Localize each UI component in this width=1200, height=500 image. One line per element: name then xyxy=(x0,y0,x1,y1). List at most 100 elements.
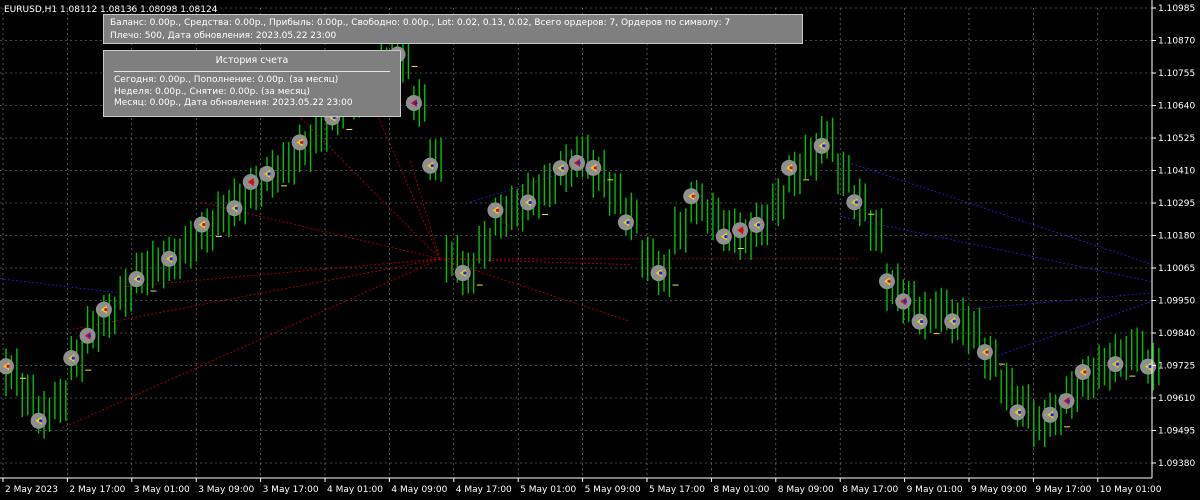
trade-marker xyxy=(683,188,700,205)
price-tick-label: 1.09610 xyxy=(1158,394,1195,404)
trade-link-blue xyxy=(989,300,1153,359)
trade-marker xyxy=(226,200,243,217)
marker-dot xyxy=(1083,370,1087,374)
marker-dot xyxy=(691,194,695,198)
account-leverage-line: Плечо: 500, Дата обновления: 2023.05.22 … xyxy=(110,31,337,41)
time-tick-label: 9 May 17:00 xyxy=(1035,485,1091,495)
trade-marker xyxy=(95,301,112,318)
marker-dot xyxy=(822,144,826,148)
time-tick-label: 5 May 17:00 xyxy=(649,485,705,495)
marker-dot xyxy=(136,277,141,281)
trade-marker xyxy=(1074,363,1091,380)
price-tick-label: 1.10755 xyxy=(1158,69,1195,79)
marker-dot xyxy=(414,101,418,105)
history-divider xyxy=(114,71,390,72)
price-tick-label: 1.10525 xyxy=(1158,134,1195,144)
time-tick-label: 4 May 01:00 xyxy=(327,485,383,495)
marker-dot xyxy=(1050,413,1054,417)
trade-marker xyxy=(895,293,912,310)
price-tick-label: 1.09380 xyxy=(1158,459,1195,469)
marker-dot xyxy=(1017,410,1022,414)
marker-dot xyxy=(202,222,206,227)
trade-marker xyxy=(291,134,308,151)
time-tick-label: 8 May 17:00 xyxy=(842,485,898,495)
trade-marker xyxy=(79,327,96,344)
marker-dot xyxy=(71,356,75,360)
price-tick-label: 1.09725 xyxy=(1158,362,1195,372)
time-tick-label: 2 May 17:00 xyxy=(69,485,125,495)
trade-marker xyxy=(944,313,961,330)
time-tick-label: 9 May 01:00 xyxy=(907,485,963,495)
price-tick-label: 1.10065 xyxy=(1158,264,1195,274)
history-today: Сегодня: 0.00р., Пополнение: 0.00р. (за … xyxy=(114,75,339,85)
time-tick-label: 4 May 17:00 xyxy=(456,485,512,495)
trade-marker xyxy=(552,160,569,177)
marker-dot xyxy=(593,166,597,170)
time-tick-label: 3 May 01:00 xyxy=(134,485,190,495)
marker-dot xyxy=(6,364,10,368)
trade-marker xyxy=(748,216,765,233)
marker-dot xyxy=(267,172,271,176)
account-history-panel: История счета Сегодня: 0.00р., Пополнени… xyxy=(103,50,401,117)
marker-dot xyxy=(169,257,173,261)
marker-dot xyxy=(1115,362,1119,366)
marker-dot xyxy=(39,419,43,423)
marker-dot xyxy=(756,223,761,227)
time-tick-label: 10 May 01:00 xyxy=(1100,485,1162,495)
trade-link-blue xyxy=(0,278,121,294)
trade-marker xyxy=(242,174,259,191)
marker-dot xyxy=(104,307,108,312)
trade-link-red xyxy=(59,258,441,430)
price-tick-label: 1.10295 xyxy=(1158,199,1195,209)
time-tick-label: 5 May 09:00 xyxy=(585,485,641,495)
marker-dot xyxy=(1148,365,1152,369)
marker-dot xyxy=(528,200,532,205)
marker-dot xyxy=(577,161,581,165)
trade-marker xyxy=(405,94,422,111)
marker-dot xyxy=(561,166,565,170)
time-tick-label: 8 May 01:00 xyxy=(713,485,769,495)
marker-dot xyxy=(789,166,793,170)
price-tick-label: 1.10180 xyxy=(1158,232,1195,242)
time-tick-label: 9 May 09:00 xyxy=(971,485,1027,495)
marker-dot xyxy=(854,200,858,204)
account-info-panel: Баланс: 0.00р., Средства: 0.00р., Прибыл… xyxy=(103,14,803,44)
marker-dot xyxy=(887,279,891,283)
marker-dot xyxy=(1066,399,1071,403)
trade-marker xyxy=(732,222,749,239)
marker-dot xyxy=(658,271,663,275)
marker-dot xyxy=(495,208,500,212)
time-tick-label: 4 May 09:00 xyxy=(391,485,447,495)
history-title: История счета xyxy=(215,55,289,66)
time-tick-label: 8 May 09:00 xyxy=(778,485,834,495)
time-axis: 2 May 2023 2 May 17:00 3 May 01:00 3 May 09… xyxy=(0,477,1162,495)
time-tick-label: 3 May 09:00 xyxy=(198,485,254,495)
time-tick-label: 3 May 17:00 xyxy=(263,485,319,495)
marker-dot xyxy=(300,140,304,144)
price-axis: 1.10985 1.10870 1.10755 1.10640 1.10525 1.104… xyxy=(1151,0,1195,478)
trade-marker xyxy=(487,202,504,219)
marker-dot xyxy=(920,319,924,324)
trade-marker xyxy=(30,412,47,429)
price-tick-label: 1.10985 xyxy=(1158,4,1195,14)
time-tick-label: 5 May 01:00 xyxy=(520,485,576,495)
marker-dot xyxy=(251,180,255,184)
trade-marker xyxy=(617,214,634,231)
marker-dot xyxy=(903,299,907,304)
price-tick-label: 1.10640 xyxy=(1158,102,1195,112)
marker-dot xyxy=(87,334,92,338)
marker-dot xyxy=(463,271,467,275)
trade-marker xyxy=(878,273,895,290)
price-tick-label: 1.10870 xyxy=(1158,37,1195,47)
trade-marker xyxy=(1058,392,1075,409)
trade-marker xyxy=(813,137,830,154)
marker-dot xyxy=(430,164,434,168)
trade-link-blue xyxy=(469,173,561,203)
price-tick-label: 1.10410 xyxy=(1158,167,1195,177)
trade-marker xyxy=(161,250,178,267)
marker-dot xyxy=(952,319,956,323)
marker-dot xyxy=(724,234,728,239)
trade-link-blue xyxy=(839,159,1153,265)
trade-link-blue xyxy=(959,292,1153,311)
marker-dot xyxy=(740,228,744,232)
